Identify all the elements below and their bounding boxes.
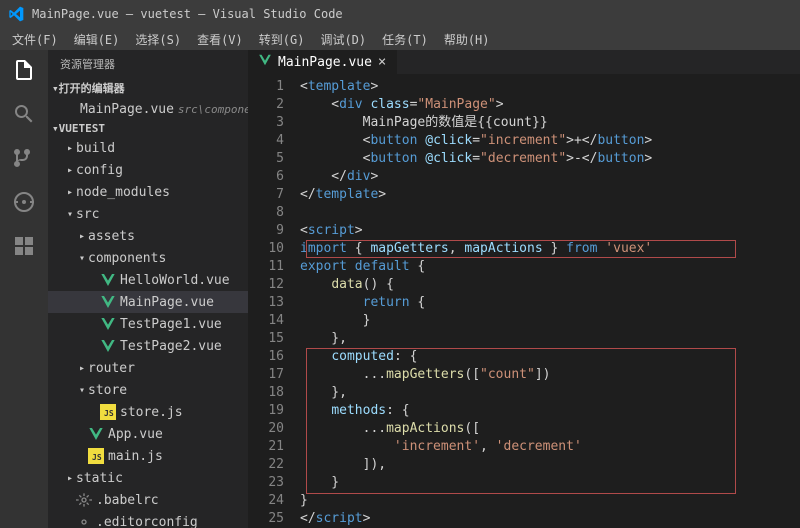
sidebar: 资源管理器 ▾ 打开的编辑器 MainPage.vue src\componen… bbox=[48, 50, 248, 528]
menu-edit[interactable]: 编辑(E) bbox=[66, 31, 128, 48]
open-editor-path: src\components bbox=[178, 103, 248, 116]
project-header[interactable]: ▾ VUETEST bbox=[48, 120, 248, 137]
js-icon: JS bbox=[100, 404, 116, 420]
close-icon[interactable]: × bbox=[378, 54, 386, 70]
line-numbers: 1234567891011121314151617181920212223242… bbox=[248, 74, 294, 528]
menu-file[interactable]: 文件(F) bbox=[4, 31, 66, 48]
js-icon: JS bbox=[88, 448, 104, 464]
titlebar: MainPage.vue — vuetest — Visual Studio C… bbox=[0, 0, 800, 28]
menu-debug[interactable]: 调试(D) bbox=[312, 31, 374, 48]
tree-file-appvue[interactable]: App.vue bbox=[48, 423, 248, 445]
tab-mainpage[interactable]: MainPage.vue × bbox=[248, 50, 397, 74]
vscode-logo-icon bbox=[8, 6, 24, 22]
tree-folder-store[interactable]: ▾store bbox=[48, 379, 248, 401]
tree-folder-assets[interactable]: ▸assets bbox=[48, 225, 248, 247]
tree-folder-build[interactable]: ▸build bbox=[48, 137, 248, 159]
menubar: 文件(F) 编辑(E) 选择(S) 查看(V) 转到(G) 调试(D) 任务(T… bbox=[0, 28, 800, 50]
window-title: MainPage.vue — vuetest — Visual Studio C… bbox=[32, 7, 343, 21]
tree-folder-src[interactable]: ▾src bbox=[48, 203, 248, 225]
search-icon[interactable] bbox=[10, 100, 38, 128]
editor-tabs: MainPage.vue × bbox=[248, 50, 800, 74]
code-area[interactable]: 1234567891011121314151617181920212223242… bbox=[248, 74, 800, 528]
menu-view[interactable]: 查看(V) bbox=[189, 31, 251, 48]
chevron-down-icon: ▾ bbox=[76, 385, 88, 396]
vue-icon bbox=[258, 53, 272, 71]
vue-icon bbox=[100, 294, 116, 310]
svg-text:JS: JS bbox=[104, 409, 114, 418]
tree-folder-router[interactable]: ▸router bbox=[48, 357, 248, 379]
tree-folder-config[interactable]: ▸config bbox=[48, 159, 248, 181]
chevron-down-icon: ▾ bbox=[76, 253, 88, 264]
project-name: VUETEST bbox=[59, 122, 105, 135]
tree-file-testpage1[interactable]: TestPage1.vue bbox=[48, 313, 248, 335]
tree-folder-components[interactable]: ▾components bbox=[48, 247, 248, 269]
tree-file-mainpage[interactable]: MainPage.vue bbox=[48, 291, 248, 313]
settings-icon bbox=[76, 514, 92, 528]
open-editor-name: MainPage.vue bbox=[80, 102, 174, 117]
tree-file-editorconfig[interactable]: .editorconfig bbox=[48, 511, 248, 528]
chevron-right-icon: ▸ bbox=[76, 231, 88, 242]
chevron-right-icon: ▸ bbox=[64, 165, 76, 176]
vue-icon bbox=[88, 426, 104, 442]
menu-tasks[interactable]: 任务(T) bbox=[374, 31, 436, 48]
menu-selection[interactable]: 选择(S) bbox=[127, 31, 189, 48]
editor: MainPage.vue × 1234567891011121314151617… bbox=[248, 50, 800, 528]
chevron-right-icon: ▸ bbox=[64, 143, 76, 154]
chevron-down-icon: ▾ bbox=[52, 82, 59, 95]
tree-folder-node-modules[interactable]: ▸node_modules bbox=[48, 181, 248, 203]
tree-file-helloworld[interactable]: HelloWorld.vue bbox=[48, 269, 248, 291]
tree-file-mainjs[interactable]: JSmain.js bbox=[48, 445, 248, 467]
svg-text:JS: JS bbox=[92, 453, 102, 462]
menu-go[interactable]: 转到(G) bbox=[251, 31, 313, 48]
source-control-icon[interactable] bbox=[10, 144, 38, 172]
code-lines[interactable]: <template> <div class="MainPage"> MainPa… bbox=[294, 74, 800, 528]
sidebar-title: 资源管理器 bbox=[48, 50, 248, 78]
tree-file-testpage2[interactable]: TestPage2.vue bbox=[48, 335, 248, 357]
open-editors-header[interactable]: ▾ 打开的编辑器 bbox=[48, 78, 248, 98]
vue-icon bbox=[100, 272, 116, 288]
activity-bar bbox=[0, 50, 48, 528]
explorer-icon[interactable] bbox=[10, 56, 38, 84]
main-area: 资源管理器 ▾ 打开的编辑器 MainPage.vue src\componen… bbox=[0, 50, 800, 528]
menu-help[interactable]: 帮助(H) bbox=[436, 31, 498, 48]
chevron-right-icon: ▸ bbox=[64, 473, 76, 484]
settings-icon bbox=[76, 492, 92, 508]
chevron-down-icon: ▾ bbox=[64, 209, 76, 220]
tree-folder-static[interactable]: ▸static bbox=[48, 467, 248, 489]
vue-icon bbox=[100, 338, 116, 354]
tree-file-babelrc[interactable]: .babelrc bbox=[48, 489, 248, 511]
debug-icon[interactable] bbox=[10, 188, 38, 216]
chevron-down-icon: ▾ bbox=[52, 122, 59, 135]
open-editors-label: 打开的编辑器 bbox=[59, 80, 125, 96]
chevron-right-icon: ▸ bbox=[76, 363, 88, 374]
tree-file-storejs[interactable]: JSstore.js bbox=[48, 401, 248, 423]
tab-label: MainPage.vue bbox=[278, 55, 372, 70]
open-editor-item[interactable]: MainPage.vue src\components bbox=[48, 98, 248, 120]
vue-icon bbox=[100, 316, 116, 332]
extensions-icon[interactable] bbox=[10, 232, 38, 260]
chevron-right-icon: ▸ bbox=[64, 187, 76, 198]
